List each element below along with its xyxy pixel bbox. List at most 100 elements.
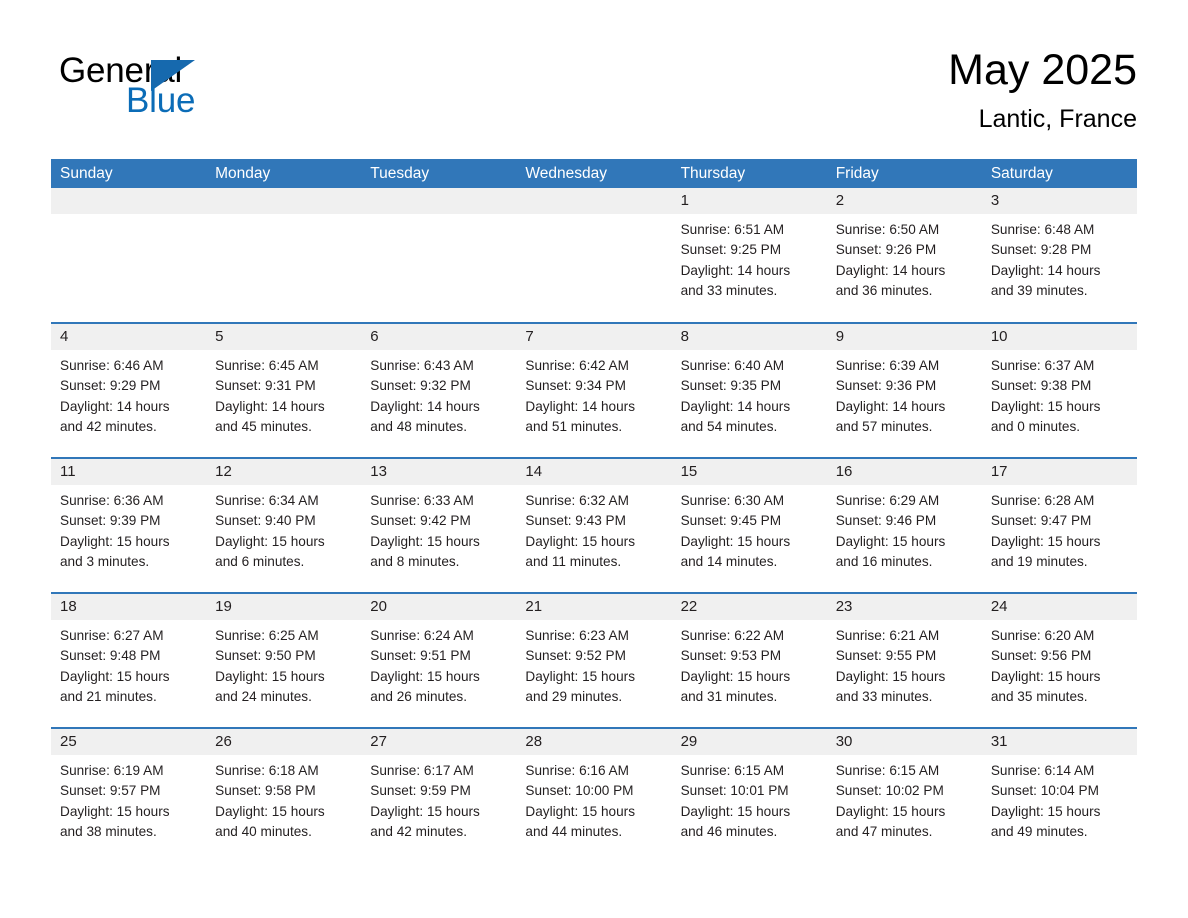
daylight-text-line2: and 38 minutes. bbox=[60, 823, 157, 839]
calendar-day-cell[interactable]: 15 Sunrise: 6:30 AM Sunset: 9:45 PM Dayligh… bbox=[671, 457, 827, 593]
calendar-day-cell[interactable]: 27 Sunrise: 6:17 AM Sunset: 9:59 PM Dayligh… bbox=[361, 727, 517, 863]
sunrise-text: Sunrise: 6:37 AM bbox=[990, 358, 1095, 373]
day-cell-content: 9 Sunrise: 6:39 AM Sunset: 9:36 PM Daylight… bbox=[826, 324, 982, 457]
day-number: 14 bbox=[516, 459, 672, 485]
calendar-day-cell[interactable]: 29 Sunrise: 6:15 AM Sunset: 10:01 PM Daylig… bbox=[671, 727, 827, 863]
calendar-day-cell[interactable]: 13 Sunrise: 6:33 AM Sunset: 9:42 PM Dayligh… bbox=[361, 457, 517, 593]
sunrise-text: Sunrise: 6:34 AM bbox=[215, 493, 319, 508]
calendar-day-cell[interactable]: 6 Sunrise: 6:43 AM Sunset: 9:32 PM Daylight… bbox=[361, 322, 517, 458]
daylight-text-line2: and 36 minutes. bbox=[835, 282, 933, 298]
calendar-day-cell[interactable]: 4 Sunrise: 6:46 AM Sunset: 9:29 PM Daylight… bbox=[51, 322, 207, 458]
sunset-text: Sunset: 9:57 PM bbox=[60, 783, 161, 799]
calendar-day-cell[interactable]: 24 Sunrise: 6:20 AM Sunset: 9:56 PM Dayligh… bbox=[981, 592, 1137, 728]
calendar-day-cell[interactable]: 3 Sunrise: 6:48 AM Sunset: 9:28 PM Daylight… bbox=[981, 188, 1137, 323]
calendar-day-cell[interactable]: 7 Sunrise: 6:42 AM Sunset: 9:34 PM Daylight… bbox=[516, 322, 672, 458]
calendar-day-cell[interactable]: 26 Sunrise: 6:18 AM Sunset: 9:58 PM Dayligh… bbox=[206, 727, 362, 863]
daylight-text-line2: and 35 minutes. bbox=[990, 688, 1088, 704]
weekday-header-sunday: Sunday bbox=[51, 159, 207, 188]
day-details: Sunrise: 6:20 AM Sunset: 9:56 PM Daylight:… bbox=[982, 620, 1137, 707]
calendar-day-cell[interactable]: 19 Sunrise: 6:25 AM Sunset: 9:50 PM Dayligh… bbox=[206, 592, 362, 728]
calendar-day-cell[interactable]: 20 Sunrise: 6:24 AM Sunset: 9:51 PM Dayligh… bbox=[361, 592, 517, 728]
calendar-day-cell[interactable]: 2 Sunrise: 6:50 AM Sunset: 9:26 PM Daylight… bbox=[826, 188, 982, 323]
day-number: 2 bbox=[826, 188, 982, 214]
day-details: Sunrise: 6:46 AM Sunset: 9:29 PM Daylight:… bbox=[51, 350, 206, 437]
daylight-text-line1: Daylight: 14 hours bbox=[60, 398, 170, 414]
sunrise-text: Sunrise: 6:48 AM bbox=[990, 222, 1095, 237]
calendar-day-cell[interactable]: 31 Sunrise: 6:14 AM Sunset: 10:04 PM Daylig… bbox=[981, 727, 1137, 863]
day-number: 1 bbox=[671, 188, 827, 214]
calendar-day-cell[interactable]: 22 Sunrise: 6:22 AM Sunset: 9:53 PM Dayligh… bbox=[671, 592, 827, 728]
calendar-day-cell[interactable]: 1 Sunrise: 6:51 AM Sunset: 9:25 PM Daylight… bbox=[671, 188, 827, 323]
day-cell-content bbox=[51, 188, 207, 322]
calendar-day-cell[interactable]: 25 Sunrise: 6:19 AM Sunset: 9:57 PM Dayligh… bbox=[51, 727, 207, 863]
day-details: Sunrise: 6:18 AM Sunset: 9:58 PM Daylight:… bbox=[206, 755, 361, 842]
calendar-day-cell[interactable]: 9 Sunrise: 6:39 AM Sunset: 9:36 PM Daylight… bbox=[826, 322, 982, 458]
sunrise-text: Sunrise: 6:16 AM bbox=[525, 763, 629, 778]
general-blue-logo[interactable]: General Blue bbox=[51, 44, 311, 134]
daylight-text-line1: Daylight: 15 hours bbox=[680, 668, 791, 684]
daylight-text-line1: Daylight: 15 hours bbox=[525, 668, 635, 684]
page-title: May 2025 bbox=[948, 46, 1137, 94]
calendar-cell-empty bbox=[516, 188, 672, 323]
day-cell-content: 12 Sunrise: 6:34 AM Sunset: 9:40 PM Dayligh… bbox=[206, 459, 362, 592]
daylight-text-line1: Daylight: 15 hours bbox=[835, 533, 946, 549]
daylight-text-line2: and 16 minutes. bbox=[835, 553, 933, 569]
day-number: 10 bbox=[981, 324, 1137, 350]
day-cell-content: 31 Sunrise: 6:14 AM Sunset: 10:04 PM Daylig… bbox=[981, 729, 1137, 863]
daylight-text-line2: and 42 minutes. bbox=[60, 418, 157, 434]
calendar-day-cell[interactable]: 8 Sunrise: 6:40 AM Sunset: 9:35 PM Daylight… bbox=[671, 322, 827, 458]
sunset-text: Sunset: 9:51 PM bbox=[370, 648, 471, 664]
daylight-text-line1: Daylight: 15 hours bbox=[60, 803, 170, 819]
daylight-text-line1: Daylight: 15 hours bbox=[835, 668, 946, 684]
sunrise-text: Sunrise: 6:43 AM bbox=[370, 358, 474, 373]
sunrise-text: Sunrise: 6:22 AM bbox=[680, 628, 785, 643]
calendar-day-cell[interactable]: 12 Sunrise: 6:34 AM Sunset: 9:40 PM Dayligh… bbox=[206, 457, 362, 593]
sunrise-text: Sunrise: 6:40 AM bbox=[680, 358, 785, 373]
calendar-day-cell[interactable]: 21 Sunrise: 6:23 AM Sunset: 9:52 PM Dayligh… bbox=[516, 592, 672, 728]
sunset-text: Sunset: 10:01 PM bbox=[680, 783, 789, 799]
day-number: 15 bbox=[671, 459, 827, 485]
day-number: 25 bbox=[51, 729, 207, 755]
calendar-day-cell[interactable]: 5 Sunrise: 6:45 AM Sunset: 9:31 PM Daylight… bbox=[206, 322, 362, 458]
daylight-text-line1: Daylight: 14 hours bbox=[835, 398, 946, 414]
sunrise-text: Sunrise: 6:42 AM bbox=[525, 358, 629, 373]
day-details: Sunrise: 6:21 AM Sunset: 9:55 PM Daylight:… bbox=[827, 620, 982, 707]
daylight-text-line1: Daylight: 15 hours bbox=[370, 803, 480, 819]
daylight-text-line2: and 21 minutes. bbox=[60, 688, 157, 704]
sunrise-text: Sunrise: 6:39 AM bbox=[835, 358, 940, 373]
day-details: Sunrise: 6:16 AM Sunset: 10:00 PM Daylight… bbox=[516, 755, 671, 842]
calendar-day-cell[interactable]: 10 Sunrise: 6:37 AM Sunset: 9:38 PM Dayligh… bbox=[981, 322, 1137, 458]
day-details: Sunrise: 6:43 AM Sunset: 9:32 PM Daylight:… bbox=[361, 350, 516, 437]
daylight-text-line1: Daylight: 15 hours bbox=[990, 533, 1101, 549]
calendar-day-cell[interactable]: 17 Sunrise: 6:28 AM Sunset: 9:47 PM Dayligh… bbox=[981, 457, 1137, 593]
day-cell-content bbox=[206, 188, 362, 322]
daylight-text-line1: Daylight: 15 hours bbox=[990, 398, 1101, 414]
sunset-text: Sunset: 9:38 PM bbox=[990, 378, 1092, 394]
daylight-text-line2: and 44 minutes. bbox=[525, 823, 623, 839]
sunset-text: Sunset: 9:52 PM bbox=[525, 648, 626, 664]
day-number: 13 bbox=[361, 459, 517, 485]
calendar-day-cell[interactable]: 18 Sunrise: 6:27 AM Sunset: 9:48 PM Dayligh… bbox=[51, 592, 207, 728]
calendar-day-cell[interactable]: 28 Sunrise: 6:16 AM Sunset: 10:00 PM Daylig… bbox=[516, 727, 672, 863]
sunrise-text: Sunrise: 6:23 AM bbox=[525, 628, 629, 643]
day-cell-content: 11 Sunrise: 6:36 AM Sunset: 9:39 PM Dayligh… bbox=[51, 459, 207, 592]
calendar-day-cell[interactable]: 14 Sunrise: 6:32 AM Sunset: 9:43 PM Dayligh… bbox=[516, 457, 672, 593]
calendar-day-cell[interactable]: 11 Sunrise: 6:36 AM Sunset: 9:39 PM Dayligh… bbox=[51, 457, 207, 593]
day-details: Sunrise: 6:19 AM Sunset: 9:57 PM Daylight:… bbox=[51, 755, 206, 842]
day-number: 11 bbox=[51, 459, 207, 485]
weekday-header-saturday: Saturday bbox=[981, 159, 1137, 188]
empty-date-strip bbox=[51, 188, 207, 214]
calendar-day-cell[interactable]: 16 Sunrise: 6:29 AM Sunset: 9:46 PM Dayligh… bbox=[826, 457, 982, 593]
sunrise-text: Sunrise: 6:46 AM bbox=[60, 358, 164, 373]
calendar-page: General Blue May 2025 Lantic, France Sun… bbox=[0, 0, 1188, 918]
daylight-text-line2: and 47 minutes. bbox=[835, 823, 933, 839]
day-number: 6 bbox=[361, 324, 517, 350]
daylight-text-line1: Daylight: 15 hours bbox=[990, 803, 1101, 819]
sunset-text: Sunset: 9:36 PM bbox=[835, 378, 937, 394]
day-number: 16 bbox=[826, 459, 982, 485]
daylight-text-line1: Daylight: 15 hours bbox=[215, 803, 325, 819]
calendar-day-cell[interactable]: 23 Sunrise: 6:21 AM Sunset: 9:55 PM Dayligh… bbox=[826, 592, 982, 728]
calendar-week-row: 1 Sunrise: 6:51 AM Sunset: 9:25 PM Daylight… bbox=[51, 188, 1137, 323]
calendar-day-cell[interactable]: 30 Sunrise: 6:15 AM Sunset: 10:02 PM Daylig… bbox=[826, 727, 982, 863]
day-cell-content: 25 Sunrise: 6:19 AM Sunset: 9:57 PM Dayligh… bbox=[51, 729, 207, 863]
